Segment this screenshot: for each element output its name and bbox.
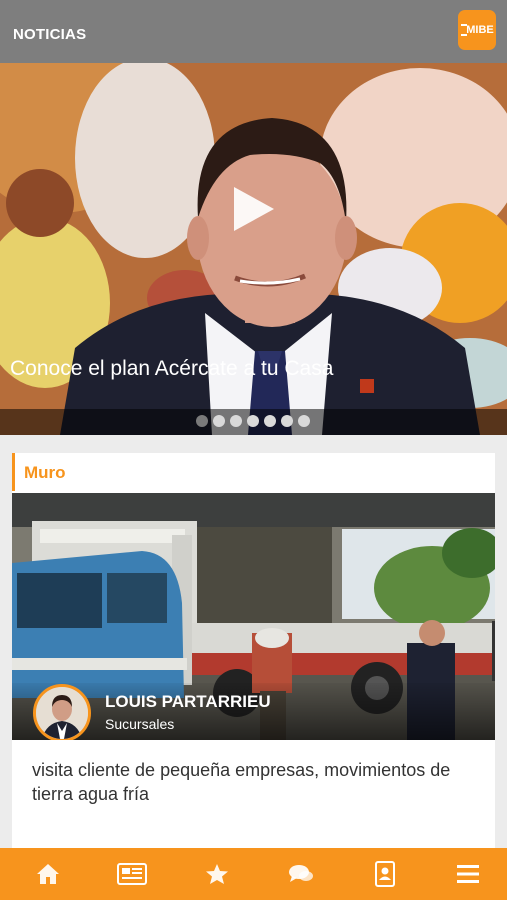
author-name[interactable]: LOUIS PARTARRIEU [105,692,271,712]
home-icon [37,864,59,884]
carousel-dot[interactable] [213,415,225,427]
wall-title: Muro [24,463,66,482]
nav-favorites[interactable] [182,848,252,900]
nav-news[interactable] [97,848,167,900]
hero-caption[interactable]: Conoce el plan Acércate a tu Casa [10,357,333,381]
carousel-dot[interactable] [230,415,242,427]
post-image[interactable]: LOUIS PARTARRIEU Sucursales [12,493,495,740]
carousel-dot[interactable] [298,415,310,427]
carousel-dot[interactable] [281,415,293,427]
carousel-dot[interactable] [264,415,276,427]
nav-menu[interactable] [433,848,503,900]
star-icon [206,864,228,884]
logo-text: MIBE [466,24,494,36]
nav-contacts[interactable] [350,848,420,900]
post-text: visita cliente de pequeña empresas, movi… [32,760,451,804]
top-bar: NOTICIAS MIBE [0,0,507,63]
carousel-dot[interactable] [196,415,208,427]
newspaper-icon [117,863,147,885]
wall-header: Muro [12,453,495,491]
carousel-dot[interactable] [247,415,259,427]
wall-card[interactable]: Muro LOUIS PARTARRIEU Sucursales visita … [12,453,495,853]
author-avatar[interactable] [33,684,91,740]
contacts-icon [375,861,395,887]
author-role: Sucursales [105,716,175,732]
page-title: NOTICIAS [13,26,87,43]
carousel-indicators [196,415,310,427]
bottom-navigation [0,848,507,900]
nav-chat[interactable] [266,848,336,900]
news-carousel[interactable]: Conoce el plan Acércate a tu Casa [0,63,507,435]
app-logo[interactable]: MIBE [458,10,496,50]
play-icon[interactable] [232,187,274,231]
chat-icon [289,865,313,882]
logo-stripes-icon [461,24,467,36]
nav-home[interactable] [13,848,83,900]
menu-icon [457,865,479,883]
